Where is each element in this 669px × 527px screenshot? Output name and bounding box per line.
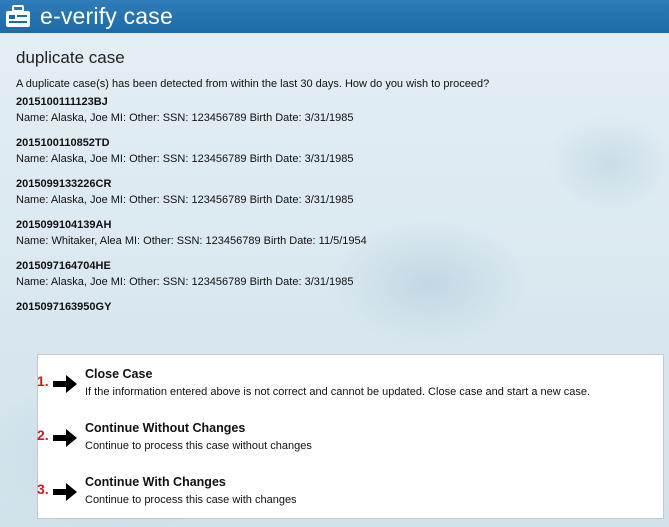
close-case-option[interactable]: 1. Close Case If the information entered… bbox=[37, 367, 663, 411]
option-description: If the information entered above is not … bbox=[85, 386, 591, 398]
option-number: 2. bbox=[37, 427, 49, 443]
option-description: Continue to process this case with chang… bbox=[85, 494, 297, 506]
case-id: 2015099133226CR bbox=[16, 178, 112, 190]
close-case-link[interactable]: Close Case bbox=[85, 367, 152, 381]
id-card-icon bbox=[6, 4, 30, 27]
case-id: 2015100111123BJ bbox=[16, 96, 108, 108]
case-details: Name: Whitaker, Alea MI: Other: SSN: 123… bbox=[16, 235, 367, 247]
case-id: 2015097164704HE bbox=[16, 260, 111, 272]
page-title: duplicate case bbox=[16, 48, 125, 67]
case-id: 2015100110852TD bbox=[16, 137, 110, 149]
arrow-right-icon bbox=[53, 483, 77, 501]
option-number: 3. bbox=[37, 481, 49, 497]
case-item: 2015099104139AH Name: Whitaker, Alea MI:… bbox=[16, 218, 656, 250]
case-id: 2015097163950GY bbox=[16, 301, 112, 313]
case-details: Name: Alaska, Joe MI: Other: SSN: 123456… bbox=[16, 276, 354, 288]
case-item: 2015100111123BJ Name: Alaska, Joe MI: Ot… bbox=[16, 95, 656, 127]
continue-with-changes-link[interactable]: Continue With Changes bbox=[85, 475, 226, 489]
case-details: Name: Alaska, Joe MI: Other: SSN: 123456… bbox=[16, 153, 354, 165]
option-description: Continue to process this case without ch… bbox=[85, 440, 312, 452]
case-item: 2015099133226CR Name: Alaska, Joe MI: Ot… bbox=[16, 177, 656, 209]
case-details: Name: Alaska, Joe MI: Other: SSN: 123456… bbox=[16, 194, 354, 206]
case-item: 2015097163950GY bbox=[16, 300, 656, 315]
proceed-options-panel: 1. Close Case If the information entered… bbox=[37, 354, 664, 519]
continue-without-changes-link[interactable]: Continue Without Changes bbox=[85, 421, 245, 435]
duplicate-question: A duplicate case(s) has been detected fr… bbox=[16, 78, 490, 90]
main-content: duplicate case A duplicate case(s) has b… bbox=[16, 48, 656, 338]
app-header: e-verify case bbox=[0, 0, 669, 33]
arrow-right-icon bbox=[53, 429, 77, 447]
case-id: 2015099104139AH bbox=[16, 219, 112, 231]
option-number: 1. bbox=[37, 373, 49, 389]
continue-with-changes-option[interactable]: 3. Continue With Changes Continue to pro… bbox=[37, 475, 663, 519]
duplicate-case-list[interactable]: 2015100111123BJ Name: Alaska, Joe MI: Ot… bbox=[16, 95, 656, 338]
case-item: 2015097164704HE Name: Alaska, Joe MI: Ot… bbox=[16, 259, 656, 291]
app-title: e-verify case bbox=[40, 3, 173, 29]
arrow-right-icon bbox=[53, 375, 77, 393]
case-item: 2015100110852TD Name: Alaska, Joe MI: Ot… bbox=[16, 136, 656, 168]
continue-without-changes-option[interactable]: 2. Continue Without Changes Continue to … bbox=[37, 421, 663, 465]
case-details: Name: Alaska, Joe MI: Other: SSN: 123456… bbox=[16, 112, 354, 124]
